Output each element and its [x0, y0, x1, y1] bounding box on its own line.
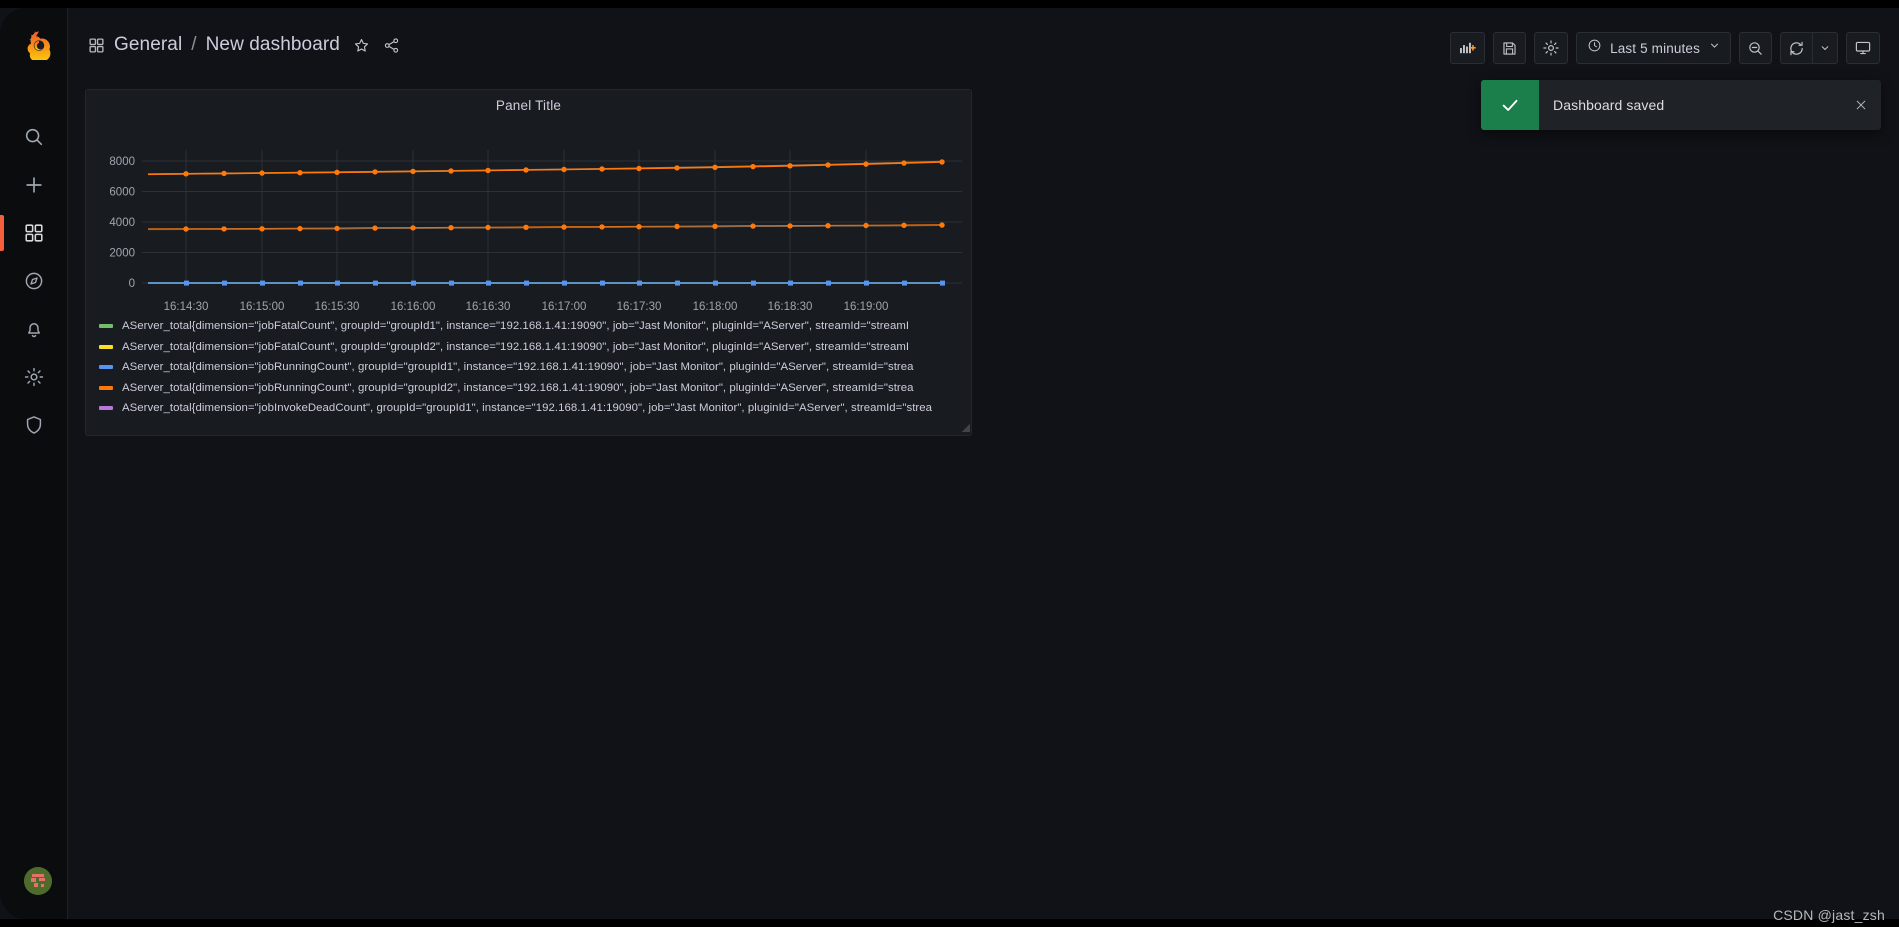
close-icon[interactable]	[1841, 80, 1881, 130]
breadcrumb-separator: /	[191, 34, 197, 55]
time-series-plot[interactable]: 8000 6000 4000 2000 0 16:14:30 16:15:00 …	[86, 120, 972, 320]
panel-resize-handle[interactable]	[960, 422, 971, 433]
svg-text:16:14:30: 16:14:30	[164, 301, 209, 313]
save-dashboard-button[interactable]	[1493, 32, 1527, 64]
legend-color-swatch	[99, 406, 113, 411]
svg-text:16:18:30: 16:18:30	[768, 301, 813, 313]
zoom-out-time-range-button[interactable]	[1739, 32, 1772, 64]
sidebar-item-server-admin[interactable]	[0, 401, 68, 449]
toast-message: Dashboard saved	[1553, 97, 1665, 113]
clock-icon	[1587, 38, 1602, 58]
dashboard-toolbar: Last 5 minutes	[1450, 32, 1880, 64]
panel-body: 8000 6000 4000 2000 0 16:14:30 16:15:00 …	[86, 120, 972, 435]
toast-notification: Dashboard saved	[1481, 80, 1881, 130]
legend-item-label: AServer_total{dimension="jobRunningCount…	[122, 361, 914, 374]
svg-text:16:18:00: 16:18:00	[693, 301, 738, 313]
top-bar: General / New dashboard Last 5 minutes	[68, 8, 1899, 86]
legend-item[interactable]: AServer_total{dimension="jobFatalCount",…	[86, 337, 971, 358]
watermark-text: CSDN @jast_zsh	[1773, 907, 1885, 923]
legend-item-label: AServer_total{dimension="jobFatalCount",…	[122, 340, 910, 353]
chevron-down-icon	[1708, 39, 1721, 57]
dashboard-canvas: Panel Title 8000 6000 4000 2000 0 16:14:…	[68, 86, 1899, 919]
svg-text:16:15:30: 16:15:30	[315, 301, 360, 313]
panel-title[interactable]: Panel Title	[496, 98, 561, 113]
legend-color-swatch	[99, 385, 113, 390]
star-icon[interactable]	[353, 37, 370, 54]
avatar[interactable]	[24, 867, 52, 895]
series-points-zero	[184, 280, 945, 286]
refresh-group	[1780, 32, 1838, 64]
refresh-button[interactable]	[1780, 32, 1812, 64]
breadcrumb-folder[interactable]: General	[114, 34, 182, 56]
svg-text:2000: 2000	[109, 248, 135, 260]
app-shell: General / New dashboard Last 5 minutes P…	[0, 8, 1899, 919]
svg-text:16:17:30: 16:17:30	[617, 301, 662, 313]
sidebar-item-alerting[interactable]	[0, 305, 68, 353]
time-range-picker[interactable]: Last 5 minutes	[1576, 32, 1731, 64]
sidebar-item-dashboards[interactable]	[0, 209, 68, 257]
chart-legend: AServer_total{dimension="jobFatalCount",…	[86, 316, 971, 435]
app-shell-inner: General / New dashboard Last 5 minutes P…	[0, 8, 1899, 919]
panel-header: Panel Title	[86, 90, 971, 120]
svg-text:0: 0	[129, 278, 135, 290]
share-icon[interactable]	[383, 37, 400, 54]
page-title[interactable]: New dashboard	[206, 34, 340, 56]
legend-item-label: AServer_total{dimension="jobInvokeDeadCo…	[122, 402, 933, 415]
sidebar-item-create[interactable]	[0, 161, 68, 209]
grafana-logo-icon[interactable]	[24, 30, 54, 62]
breadcrumb: General / New dashboard	[88, 34, 400, 56]
refresh-interval-dropdown[interactable]	[1812, 32, 1838, 64]
legend-item-label: AServer_total{dimension="jobFatalCount",…	[122, 320, 910, 333]
check-icon	[1481, 80, 1539, 130]
grafana-app: General / New dashboard Last 5 minutes P…	[0, 0, 1899, 927]
sidebar-item-search[interactable]	[0, 113, 68, 161]
legend-item-label: AServer_total{dimension="jobRunningCount…	[122, 381, 914, 394]
svg-text:8000: 8000	[109, 156, 135, 168]
legend-color-swatch	[99, 344, 113, 349]
dashboard-grid-icon	[88, 37, 105, 54]
svg-text:16:16:30: 16:16:30	[466, 301, 511, 313]
legend-item[interactable]: AServer_total{dimension="jobRunningCount…	[86, 378, 971, 399]
time-range-value: Last 5 minutes	[1610, 40, 1700, 56]
legend-color-swatch	[99, 365, 113, 370]
svg-text:16:15:00: 16:15:00	[240, 301, 285, 313]
dashboard-settings-button[interactable]	[1534, 32, 1569, 64]
svg-text:4000: 4000	[109, 217, 135, 229]
sidebar-nav	[0, 8, 68, 919]
tv-mode-button[interactable]	[1846, 32, 1880, 64]
legend-item[interactable]: AServer_total{dimension="jobFatalCount",…	[86, 316, 971, 337]
svg-text:16:19:00: 16:19:00	[844, 301, 889, 313]
add-panel-button[interactable]	[1450, 32, 1486, 64]
legend-item[interactable]: AServer_total{dimension="jobRunningCount…	[86, 357, 971, 378]
svg-text:16:16:00: 16:16:00	[391, 301, 436, 313]
sidebar-item-configuration[interactable]	[0, 353, 68, 401]
sidebar-item-list	[0, 113, 68, 449]
legend-item[interactable]: AServer_total{dimension="jobInvokeDeadCo…	[86, 398, 971, 419]
svg-text:6000: 6000	[109, 187, 135, 199]
legend-color-swatch	[99, 324, 113, 329]
graph-panel: Panel Title 8000 6000 4000 2000 0 16:14:…	[85, 89, 972, 436]
svg-text:16:17:00: 16:17:00	[542, 301, 587, 313]
sidebar-item-explore[interactable]	[0, 257, 68, 305]
